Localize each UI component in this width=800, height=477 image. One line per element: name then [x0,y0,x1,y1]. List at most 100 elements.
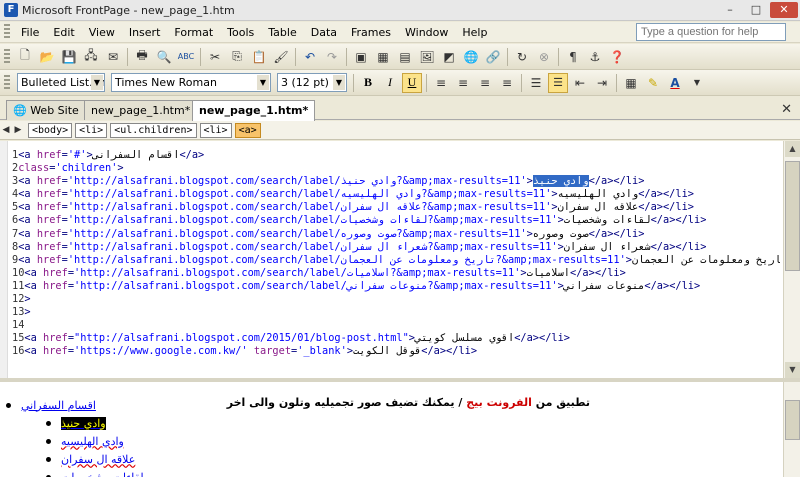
insert-table-icon[interactable]: ▦ [373,47,393,67]
code-view[interactable]: 1<a href='#'>اقسام السفرانى</a> 2class='c… [0,141,800,378]
numbering-icon[interactable]: ☰ [526,73,546,93]
align-right-icon[interactable]: ≡ [475,73,495,93]
highlight-color-icon[interactable]: ✎ [643,73,663,93]
menu-format[interactable]: Format [167,26,220,39]
insert-picture-icon[interactable]: 🖼 [417,47,437,67]
mail-icon[interactable]: ✉ [103,47,123,67]
menu-view[interactable]: View [82,26,122,39]
globe-icon: 🌐 [13,104,27,117]
web-component-icon[interactable]: 🌐 [461,47,481,67]
tab-web-site[interactable]: 🌐 Web Site [6,100,86,120]
hyperlink-icon[interactable]: 🔗 [483,47,503,67]
code-token: '_blank' [297,345,347,358]
scroll-thumb[interactable] [785,161,800,271]
redo-icon[interactable]: ↷ [322,47,342,67]
separator [426,73,427,92]
scroll-down-icon[interactable]: ▼ [785,362,800,378]
bullet-icon [46,456,51,462]
drawing-icon[interactable]: ◩ [439,47,459,67]
justify-icon[interactable]: ≡ [497,73,517,93]
toolbar-options-icon[interactable]: ▼ [687,73,707,93]
list-item: وادي حنيذ [46,414,144,432]
underline-button[interactable]: U [402,72,422,93]
category-link[interactable]: وادي الهليسيه [61,435,124,448]
style-dropdown[interactable]: Bulleted List.ch ▼ [17,73,105,92]
code-token: اقسام السفرانى [92,149,180,161]
publish-icon[interactable]: 🖧 [81,47,101,67]
menu-insert[interactable]: Insert [122,26,168,39]
open-folder-icon[interactable]: 📂 [37,47,57,67]
menu-file[interactable]: File [14,26,46,39]
menu-table[interactable]: Table [261,26,303,39]
menu-tools[interactable]: Tools [220,26,261,39]
borders-icon[interactable]: ▦ [621,73,641,93]
minimize-button[interactable]: – [718,2,742,18]
spelling-icon[interactable]: ABC [176,47,196,67]
scroll-thumb[interactable] [785,400,800,440]
category-link[interactable]: لقاءات وشخصيات [61,471,144,477]
cut-icon[interactable]: ✂ [205,47,225,67]
maximize-button[interactable]: □ [744,2,768,18]
separator [200,47,201,66]
paste-icon[interactable]: 📋 [249,47,269,67]
font-size-dropdown[interactable]: 3 (12 pt) ▼ [277,73,347,92]
toolbar-grip[interactable] [4,74,10,91]
code-snippet-icon[interactable]: ⚓ [585,47,605,67]
insert-component-icon[interactable]: ▣ [351,47,371,67]
tag-path-item[interactable]: <body> [28,122,73,138]
preview-icon[interactable]: 🔍 [154,47,174,67]
font-dropdown[interactable]: Times New Roman ▼ [111,73,271,92]
code-vertical-scrollbar[interactable]: ▲ ▼ [783,141,800,378]
menu-frames[interactable]: Frames [344,26,398,39]
bold-button[interactable]: B [358,73,378,93]
save-icon[interactable]: 💾 [59,47,79,67]
design-view[interactable]: تطبيق من الفرونت بيج / يمكنك تضيف صور تج… [0,382,800,477]
tab-new-page-1[interactable]: new_page_1.htm* [84,100,198,120]
close-window-button[interactable]: ✕ [770,2,798,18]
increase-indent-icon[interactable]: ⇥ [592,73,612,93]
stop-icon[interactable]: ⊗ [534,47,554,67]
list-item: اقسام السفراني [6,396,144,414]
ask-question-input[interactable] [636,23,786,41]
decrease-indent-icon[interactable]: ⇤ [570,73,590,93]
code-token: </a></li> [650,214,707,227]
format-painter-icon[interactable]: 🖌 [271,47,291,67]
insert-layer-icon[interactable]: ▤ [395,47,415,67]
tag-path-item[interactable]: <li> [199,122,232,138]
align-left-icon[interactable]: ≡ [431,73,451,93]
toolbar-grip[interactable] [4,24,10,40]
tab-label: new_page_1.htm* [91,104,191,117]
tag-prev-icon[interactable]: ◀ [0,125,12,135]
tab-new-page-1-active[interactable]: new_page_1.htm* [192,100,316,121]
top-category-link[interactable]: اقسام السفراني [21,399,96,412]
toolbar-grip[interactable] [4,48,10,65]
close-tab-icon[interactable]: ✕ [781,102,792,117]
menu-edit[interactable]: Edit [46,26,81,39]
tag-next-icon[interactable]: ▶ [12,125,24,135]
design-vertical-scrollbar[interactable] [783,382,800,477]
copy-icon[interactable]: ⎘ [227,47,247,67]
new-page-icon[interactable]: 🗋 [15,47,35,67]
refresh-icon[interactable]: ↻ [512,47,532,67]
scroll-up-icon[interactable]: ▲ [785,141,800,157]
menu-help[interactable]: Help [455,26,494,39]
help-icon[interactable]: ❓ [607,47,627,67]
undo-icon[interactable]: ↶ [300,47,320,67]
show-all-icon[interactable]: ¶ [563,47,583,67]
code-token: <a [24,266,44,279]
tag-path-item[interactable]: <a> [234,122,261,138]
print-icon[interactable]: 🖶 [132,47,152,67]
menu-data[interactable]: Data [304,26,344,39]
code-token: قوقل الكويت [353,345,422,358]
tag-path-item[interactable]: <li> [75,122,108,138]
code-lines[interactable]: 1<a href='#'>اقسام السفرانى</a> 2class='c… [12,149,780,359]
tag-path-item[interactable]: <ul.children> [110,122,197,138]
menu-window[interactable]: Window [398,26,455,39]
category-link[interactable]: وادي حنيذ [61,416,106,430]
align-center-icon[interactable]: ≡ [453,73,473,93]
code-token: <a [18,201,37,214]
category-link[interactable]: علاقه ال سفران [61,453,135,466]
italic-button[interactable]: I [380,73,400,93]
bullets-icon[interactable]: ☰ [548,72,568,93]
font-color-icon[interactable]: A [665,73,685,93]
